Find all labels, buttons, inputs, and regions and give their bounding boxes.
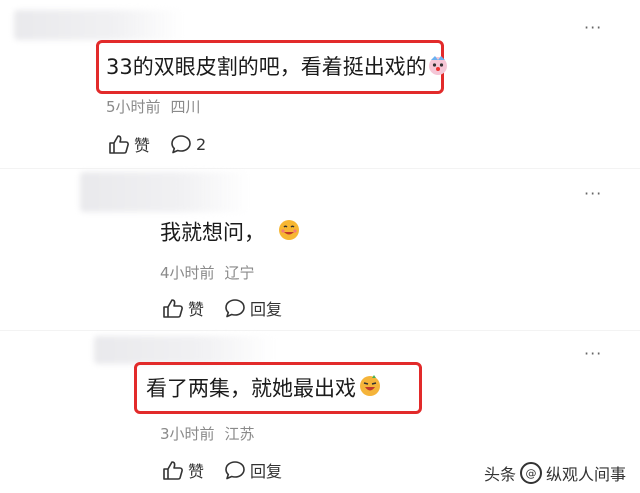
reply-button[interactable]: 回复 — [224, 458, 282, 482]
comment-meta: 4小时前 辽宁 — [160, 262, 265, 283]
comment-location: 四川 — [170, 98, 201, 116]
comment-text: 看了两集，就她最出戏 — [146, 374, 382, 405]
like-button[interactable]: 赞 — [108, 132, 150, 156]
watermark-right: 纵观人间事 — [545, 465, 626, 484]
laugh-face-icon — [358, 374, 382, 405]
comment-text: 我就想问， — [160, 218, 301, 249]
comment-text: 33的双眼皮割的吧，看着挺出戏的 — [106, 53, 449, 83]
reply-count-button[interactable]: 2 — [170, 134, 206, 154]
blurred-username — [94, 336, 274, 364]
comment-actions: 赞 回复 — [162, 296, 302, 320]
blurred-username — [14, 10, 184, 40]
blurred-username — [80, 172, 250, 212]
comment-location: 江苏 — [224, 425, 255, 443]
more-options-button[interactable]: ··· — [584, 18, 602, 37]
comment-time: 3小时前 — [160, 425, 215, 443]
divider — [0, 330, 640, 331]
smile-face-icon — [277, 218, 301, 249]
divider — [0, 168, 640, 169]
more-options-button[interactable]: ··· — [584, 344, 602, 363]
comment-actions: 赞 2 — [108, 132, 226, 156]
more-options-button[interactable]: ··· — [584, 184, 602, 203]
comment-bubble-icon — [225, 461, 245, 480]
comment-actions: 赞 回复 — [162, 458, 302, 482]
like-label: 赞 — [134, 136, 151, 155]
watermark: 头条 @ 纵观人间事 — [484, 461, 626, 485]
comment-meta: 3小时前 江苏 — [160, 423, 265, 444]
reply-button[interactable]: 回复 — [224, 296, 282, 320]
thumbs-up-icon — [163, 461, 183, 480]
comment-meta: 5小时前 四川 — [106, 96, 211, 117]
reply-label: 回复 — [250, 462, 283, 481]
like-button[interactable]: 赞 — [162, 458, 204, 482]
at-icon: @ — [519, 462, 542, 484]
thumbs-up-icon — [109, 135, 129, 154]
clown-face-icon — [427, 54, 449, 83]
reply-label: 回复 — [250, 300, 283, 319]
watermark-left: 头条 — [483, 465, 516, 484]
comment-location: 辽宁 — [224, 264, 255, 282]
comment-time: 5小时前 — [106, 98, 161, 116]
comment-bubble-icon — [171, 135, 191, 154]
thumbs-up-icon — [163, 299, 183, 318]
like-label: 赞 — [188, 462, 205, 481]
like-label: 赞 — [188, 300, 205, 319]
comment-bubble-icon — [225, 299, 245, 318]
like-button[interactable]: 赞 — [162, 296, 204, 320]
reply-count: 2 — [196, 134, 207, 154]
comment-time: 4小时前 — [160, 264, 215, 282]
